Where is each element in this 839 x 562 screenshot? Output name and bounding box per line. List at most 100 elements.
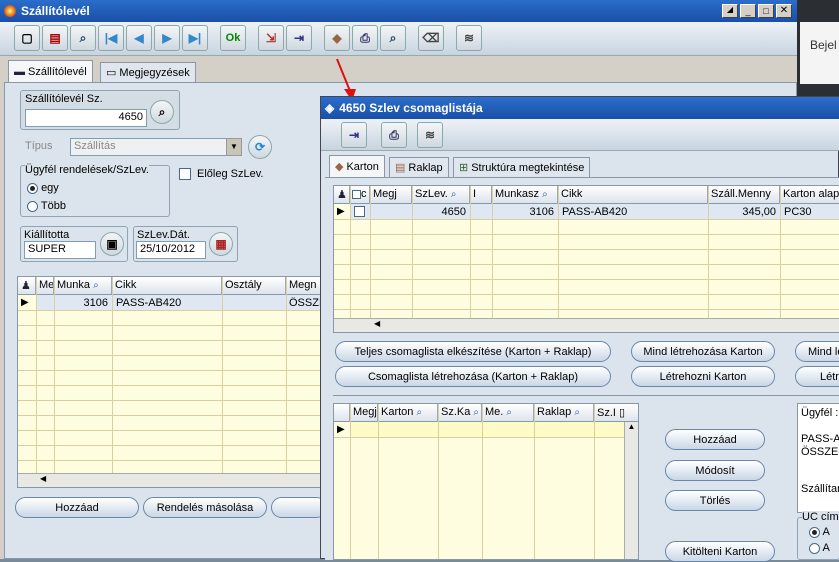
sub-hozzaad-button[interactable]: Hozzáad — [665, 429, 765, 450]
top-col-header-karton-alap[interactable]: Karton alap — [780, 186, 839, 204]
top-col-header-szlev[interactable]: SzLev. ⌕ — [412, 186, 470, 204]
top-col-header-c[interactable]: c — [350, 186, 370, 204]
search-icon: ⌕ — [473, 407, 480, 418]
calendar-icon[interactable]: ▦ — [209, 232, 233, 256]
szlev-input[interactable]: 4650 — [25, 109, 147, 127]
uc-radio-2[interactable]: A — [809, 542, 830, 554]
radio-egy[interactable]: egy — [27, 182, 59, 194]
tipus-select[interactable]: Szállítás — [70, 138, 230, 156]
top-col-header-szall-menny[interactable]: Száll.Menny — [708, 186, 780, 204]
ugyfel-group-label: Ügyfél rendelések/SzLev. — [25, 164, 149, 176]
main-grid-scrollbar[interactable]: ◀ — [18, 473, 321, 487]
pallet-icon: ▤ — [395, 162, 406, 174]
uc-radio-1-dot[interactable] — [809, 526, 820, 538]
prev-record-icon[interactable]: ◀ — [126, 25, 152, 51]
tab-szallitolevel[interactable]: ▬ Szállítólevél — [8, 60, 93, 82]
col-header-megj[interactable]: Me — [36, 277, 54, 295]
refresh-icon[interactable]: ⟳ — [248, 135, 272, 159]
kiallitotta-input[interactable]: SUPER — [24, 241, 96, 259]
col-header-munka[interactable]: Munka ⌕ — [54, 277, 112, 295]
datum-label: SzLev.Dát. — [137, 229, 190, 241]
bottom-col-header-raklap[interactable]: Raklap ⌕ — [534, 404, 594, 422]
main-hozzaad-button[interactable]: Hozzáad — [15, 497, 139, 518]
minimize-icon[interactable]: _ — [740, 4, 756, 18]
top-col-header-munkasz[interactable]: Munkasz ⌕ — [492, 186, 558, 204]
bottom-col-header-me[interactable]: Me. ⌕ — [482, 404, 534, 422]
next-record-icon[interactable]: ▶ — [154, 25, 180, 51]
rendeles-masolasa-button[interactable]: Rendelés másolása — [143, 497, 267, 518]
exit-icon[interactable]: ⇥ — [286, 25, 312, 51]
print-icon[interactable]: ⎙ — [352, 25, 378, 51]
mind-letrehozasa-karton-button[interactable]: Mind létrehozása Karton — [631, 341, 775, 362]
letrehozni-cut-button[interactable]: Létr — [795, 366, 839, 387]
header-checkbox[interactable] — [352, 189, 361, 199]
sub-layers-icon[interactable]: ≋ — [417, 122, 443, 148]
first-record-icon[interactable]: |◀ — [98, 25, 124, 51]
modosit-button[interactable]: Módosít — [665, 460, 765, 481]
tab-struktura[interactable]: ⊞ Struktúra megtekintése — [453, 157, 591, 177]
col-header-megn[interactable]: Megn — [286, 277, 321, 295]
szlev-search-icon[interactable]: ⌕ — [150, 100, 174, 124]
sub-window: ◈ 4650 Szlev csomaglistája ⇥ ⎙ ≋ ◆ Karto… — [320, 96, 839, 562]
csomaglista-letrehozasa-button[interactable]: Csomaglista létrehozása (Karton + Raklap… — [335, 366, 611, 387]
bottom-col-header-karton[interactable]: Karton ⌕ — [378, 404, 438, 422]
delete-column-icon: ▯ — [619, 407, 626, 419]
radio-tobb[interactable]: Több — [27, 200, 66, 212]
sub-exit-icon[interactable]: ⇥ — [341, 122, 367, 148]
bottom-grid-scrollbar[interactable]: ▲ — [624, 422, 638, 559]
save-icon[interactable]: ▤ — [42, 25, 68, 51]
bottom-col-header-blank — [334, 404, 350, 422]
close-icon[interactable]: ✕ — [776, 4, 792, 18]
eloleg-label: Előleg SzLev. — [197, 168, 264, 180]
preview-icon[interactable]: ⌕ — [380, 25, 406, 51]
radio-egy-dot[interactable] — [27, 182, 38, 194]
row-pointer-icon: ▶ — [337, 206, 345, 217]
help-icon[interactable]: ◢ — [722, 4, 738, 18]
mind-letrehozasa-cut-button[interactable]: Mind lét — [795, 341, 839, 362]
last-record-icon[interactable]: ▶| — [182, 25, 208, 51]
top-col-header-megj[interactable]: Megj — [370, 186, 412, 204]
teljes-csomaglista-button[interactable]: Teljes csomaglista elkészítése (Karton +… — [335, 341, 611, 362]
chevron-down-icon[interactable]: ▼ — [226, 138, 242, 156]
search-icon: ⌕ — [93, 280, 99, 291]
package-icon[interactable]: ◆ — [324, 25, 350, 51]
search-icon: ⌕ — [506, 407, 513, 418]
trash-icon[interactable]: ⌫ — [418, 25, 444, 51]
radio-tobb-dot[interactable] — [27, 200, 38, 212]
letrehozni-karton-button[interactable]: Létrehozni Karton — [631, 366, 775, 387]
top-col-header-cikk[interactable]: Cikk — [558, 186, 708, 204]
find-icon[interactable]: ⌕ — [70, 25, 96, 51]
layers-icon[interactable]: ≋ — [456, 25, 482, 51]
maximize-icon[interactable]: □ — [758, 4, 774, 18]
top-col-header-i[interactable]: I — [470, 186, 492, 204]
main-grid: ♟ Me Munka ⌕ Cikk Osztály Megn ▶ 3106 PA… — [17, 276, 322, 488]
row-checkbox[interactable] — [354, 206, 365, 217]
user-card-icon[interactable]: ▣ — [100, 232, 124, 256]
col-header-osztaly[interactable]: Osztály — [222, 277, 286, 295]
table-row[interactable] — [350, 422, 624, 437]
col-header-cikk[interactable]: Cikk — [112, 277, 222, 295]
third-button[interactable] — [271, 497, 327, 518]
sub-print-icon[interactable]: ⎙ — [381, 122, 407, 148]
sub-window-title: 4650 Szlev csomaglistája — [339, 101, 483, 115]
eye-icon: ◈ — [325, 101, 335, 115]
tab-karton[interactable]: ◆ Karton — [329, 155, 385, 177]
top-grid-scrollbar[interactable]: ◀ — [334, 318, 839, 332]
datum-input[interactable]: 25/10/2012 — [136, 241, 206, 259]
eloleg-checkbox[interactable] — [179, 168, 191, 180]
new-icon[interactable]: ▢ — [14, 25, 40, 51]
uc-radio-2-dot[interactable] — [809, 542, 820, 554]
truck-icon: ▬ — [14, 65, 25, 78]
ugyfel-label: Ügyfél :( — [801, 407, 839, 419]
torles-button[interactable]: Törlés — [665, 490, 765, 511]
top-user-col-header: ♟ — [334, 186, 350, 204]
row-szlev: 4650 — [441, 206, 466, 218]
ok-icon[interactable]: Ok — [220, 25, 246, 51]
uc-radio-1[interactable]: A — [809, 526, 830, 538]
bottom-col-header-szi[interactable]: Sz.I ▯ — [594, 404, 638, 422]
tab-raklap[interactable]: ▤ Raklap — [389, 157, 449, 177]
bottom-col-header-megj[interactable]: Megj — [350, 404, 378, 422]
tab-megjegyzesek[interactable]: ▭ Megjegyzések — [100, 62, 196, 82]
import-icon[interactable]: ⇲ — [258, 25, 284, 51]
bottom-col-header-szka[interactable]: Sz.Ka ⌕ — [438, 404, 482, 422]
